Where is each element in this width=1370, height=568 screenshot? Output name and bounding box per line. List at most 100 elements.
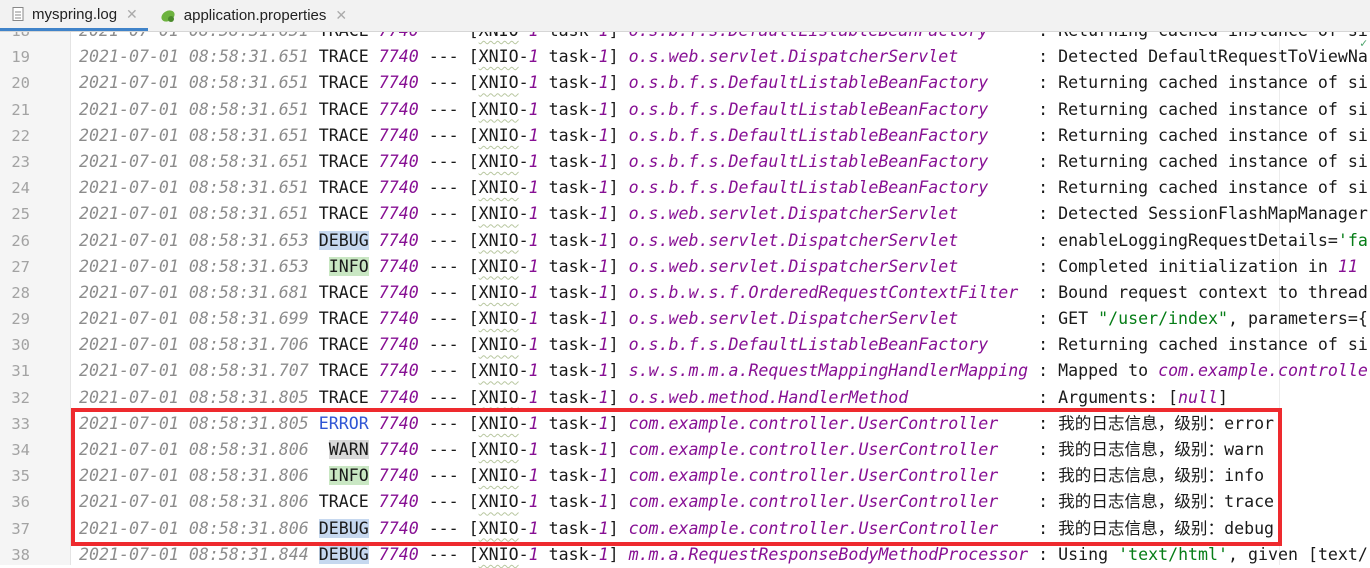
thread-index: 1 [598, 73, 609, 93]
inspection-ok-icon[interactable]: ✓ [1360, 36, 1367, 50]
thread-index: 1 [598, 518, 609, 538]
thread-pool-name: XNIO [478, 544, 519, 564]
log-message-part: ] [1218, 387, 1229, 407]
thread-pool-name: XNIO [478, 178, 519, 198]
line-number: 26 [11, 231, 30, 250]
line-number: 36 [11, 493, 30, 512]
log-logger: com.example.controller.UserController [628, 492, 999, 512]
log-line: 34 2021-07-01 08:58:31.806 WARN 7740 --- … [0, 437, 1370, 463]
log-pid: 7740 [378, 151, 419, 171]
thread-pool-name: XNIO [478, 466, 519, 486]
log-text: 2021-07-01 08:58:31.653 INFO 7740 --- [X… [79, 256, 1358, 276]
log-timestamp: 2021-07-01 08:58:31.706 [79, 335, 309, 355]
thread-index: 1 [598, 361, 609, 381]
line-number: 23 [11, 152, 30, 171]
log-pid: 7740 [378, 125, 419, 145]
log-text: 2021-07-01 08:58:31.706 TRACE 7740 --- [… [79, 335, 1368, 355]
log-text: 2021-07-01 08:58:31.651 TRACE 7740 --- [… [79, 151, 1368, 171]
log-message-part: Bound request context to thread [1058, 282, 1368, 302]
text-file-icon [12, 7, 24, 21]
log-line: 28 2021-07-01 08:58:31.681 TRACE 7740 ---… [0, 280, 1370, 306]
log-message-part: enableLoggingRequestDetails= [1058, 230, 1338, 250]
thread-pool-name: XNIO [478, 440, 519, 459]
line-number: 33 [11, 414, 30, 433]
log-level: TRACE [318, 125, 369, 145]
log-timestamp: 2021-07-01 08:58:31.699 [79, 309, 309, 329]
thread-pool-index: 1 [528, 413, 539, 433]
log-timestamp: 2021-07-01 08:58:31.806 [79, 466, 309, 486]
log-pid: 7740 [378, 492, 419, 512]
spring-leaf-icon [160, 9, 176, 23]
log-text: 2021-07-01 08:58:31.805 ERROR 7740 --- [… [79, 413, 1275, 433]
thread-pool-name: XNIO [478, 335, 519, 355]
thread-index: 1 [598, 335, 609, 355]
log-text: 2021-07-01 08:58:31.651 TRACE 7740 --- [… [79, 178, 1368, 198]
thread-pool-index: 1 [528, 440, 539, 459]
log-text: 2021-07-01 08:58:31.805 TRACE 7740 --- [… [79, 387, 1229, 407]
line-number: 21 [11, 100, 30, 119]
thread-pool-name: XNIO [478, 204, 519, 224]
log-level: TRACE [318, 282, 369, 302]
log-level: TRACE [318, 73, 369, 93]
line-number: 24 [11, 179, 30, 198]
thread-pool-index: 1 [528, 178, 539, 198]
log-pid: 7740 [378, 413, 419, 433]
log-level: TRACE [318, 361, 369, 381]
log-text: 2021-07-01 08:58:31.651 TRACE 7740 --- [… [79, 125, 1368, 145]
log-message-part: Returning cached instance of si [1058, 125, 1368, 145]
log-pid: 7740 [378, 361, 419, 381]
log-line: 35 2021-07-01 08:58:31.806 INFO 7740 --- … [0, 463, 1370, 489]
log-editor[interactable]: 182021-07-01 08:58:31.651 TRACE 7740 ---… [0, 18, 1370, 568]
log-pid: 7740 [378, 518, 419, 538]
log-level: TRACE [318, 99, 369, 119]
log-logger: o.s.b.f.s.DefaultListableBeanFactory [628, 335, 989, 355]
log-timestamp: 2021-07-01 08:58:31.653 [79, 256, 309, 276]
log-level: TRACE [318, 492, 369, 512]
log-text: 2021-07-01 08:58:31.651 TRACE 7740 --- [… [79, 73, 1368, 93]
log-line: 27 2021-07-01 08:58:31.653 INFO 7740 --- … [0, 254, 1370, 280]
log-pid: 7740 [378, 544, 419, 564]
log-text: 2021-07-01 08:58:31.699 TRACE 7740 --- [… [79, 309, 1368, 329]
log-line: 22 2021-07-01 08:58:31.651 TRACE 7740 ---… [0, 123, 1370, 149]
log-text: 2021-07-01 08:58:31.651 TRACE 7740 --- [… [79, 204, 1368, 224]
thread-pool-name: XNIO [478, 309, 519, 329]
log-message-part: com.example.controlle [1158, 361, 1368, 381]
log-level: DEBUG [318, 518, 369, 538]
tab-application-properties[interactable]: application.properties ✕ [148, 0, 357, 31]
thread-index: 1 [598, 178, 609, 198]
log-message-part: Returning cached instance of si [1058, 99, 1368, 119]
thread-index: 1 [598, 204, 609, 224]
close-tab-icon[interactable]: ✕ [126, 6, 138, 23]
log-pid: 7740 [378, 204, 419, 224]
log-level: INFO [328, 466, 369, 486]
log-message-part: 我的日志信息，级别：debug [1058, 518, 1275, 538]
log-level: TRACE [318, 151, 369, 171]
log-message-part: , parameters={ [1228, 309, 1368, 329]
log-logger: o.s.b.f.s.DefaultListableBeanFactory [628, 151, 989, 171]
thread-pool-index: 1 [528, 282, 539, 302]
log-level: TRACE [318, 387, 369, 407]
thread-index: 1 [598, 544, 609, 564]
log-message-part: null [1178, 387, 1219, 407]
thread-pool-name: XNIO [478, 99, 519, 119]
tab-label: myspring.log [32, 5, 118, 23]
log-logger: o.s.web.servlet.DispatcherServlet [628, 230, 959, 250]
log-message-part: Detected SessionFlashMapManager [1058, 204, 1368, 224]
tab-myspring-log[interactable]: myspring.log ✕ [0, 0, 148, 31]
log-level: TRACE [318, 309, 369, 329]
log-logger: o.s.web.method.HandlerMethod [628, 387, 909, 407]
log-pid: 7740 [378, 440, 419, 459]
log-line: 19 2021-07-01 08:58:31.651 TRACE 7740 ---… [0, 44, 1370, 70]
log-logger: o.s.b.f.s.DefaultListableBeanFactory [628, 178, 989, 198]
log-line: 20 2021-07-01 08:58:31.651 TRACE 7740 ---… [0, 70, 1370, 96]
log-text: 2021-07-01 08:58:31.681 TRACE 7740 --- [… [79, 282, 1368, 302]
log-text: 2021-07-01 08:58:31.651 TRACE 7740 --- [… [79, 99, 1368, 119]
close-tab-icon[interactable]: ✕ [335, 7, 347, 24]
line-number: 22 [11, 126, 30, 145]
log-text: 2021-07-01 08:58:31.806 INFO 7740 --- [X… [79, 466, 1265, 486]
log-logger: o.s.web.servlet.DispatcherServlet [628, 256, 959, 276]
log-logger: o.s.web.servlet.DispatcherServlet [628, 204, 959, 224]
tab-label: application.properties [183, 7, 327, 24]
line-number: 19 [11, 48, 30, 67]
line-number: 35 [11, 467, 30, 486]
